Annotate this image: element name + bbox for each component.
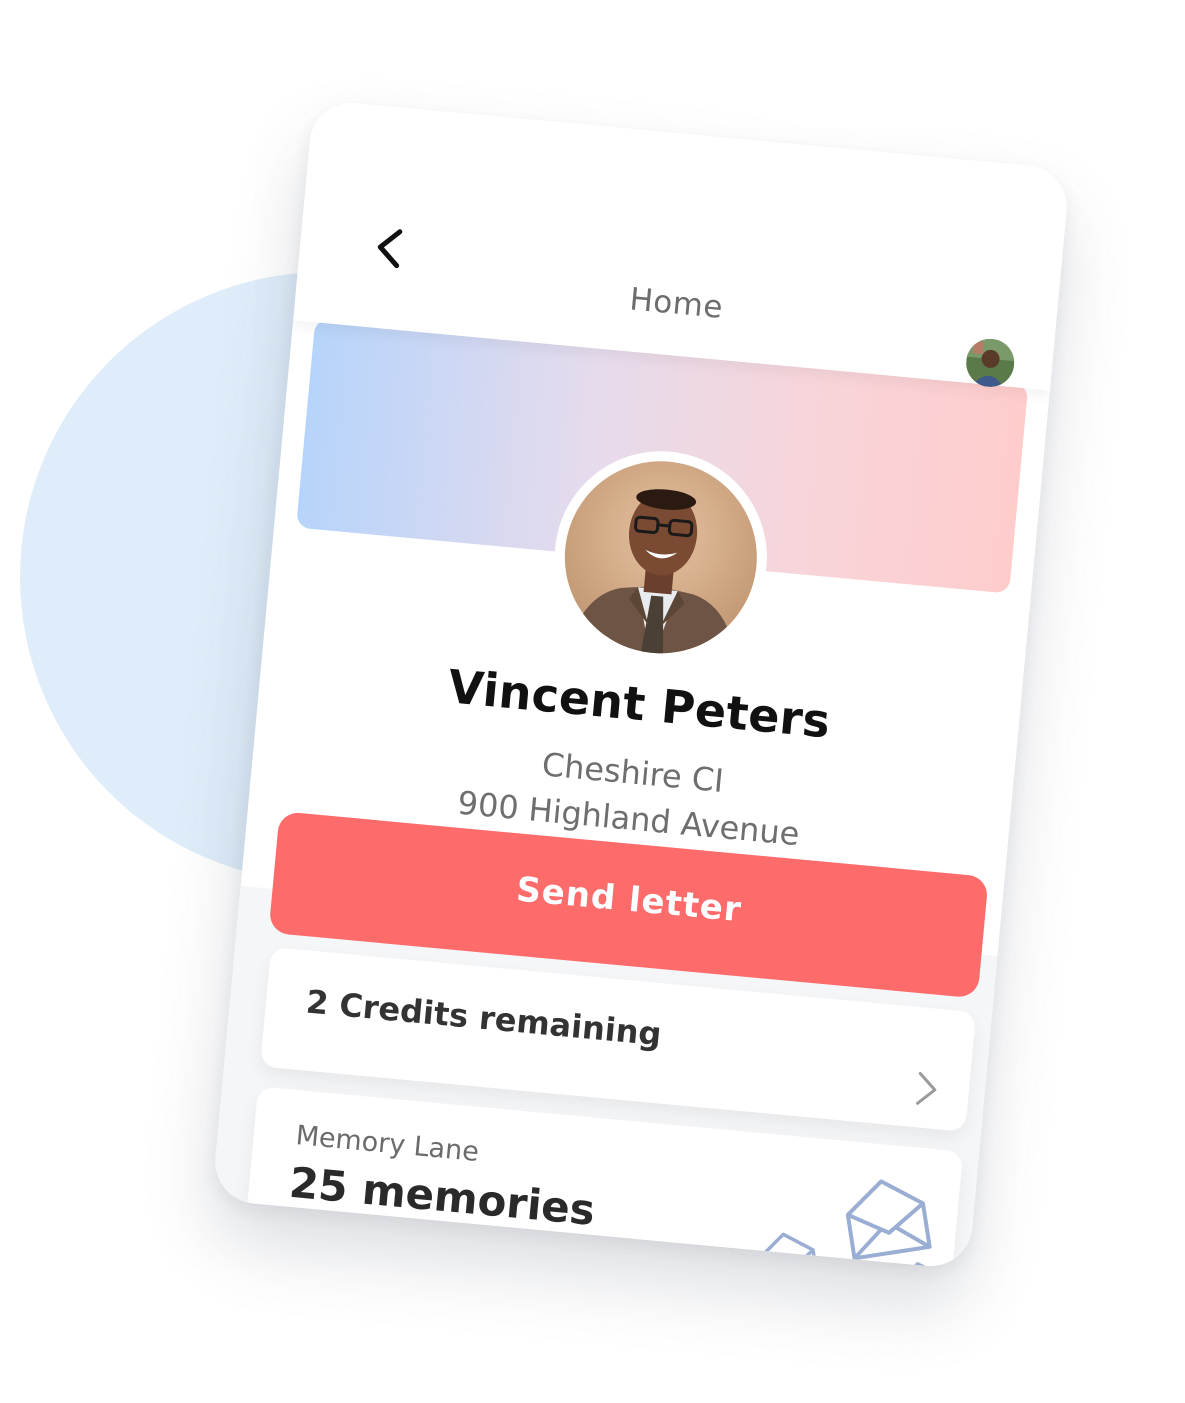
envelope-icon [757, 1232, 820, 1270]
envelope-icon [896, 1262, 948, 1270]
stage: Home Vincent Peters Cheshire CI 900 High… [0, 0, 1185, 1403]
phone-screen-card: Home Vincent Peters Cheshire CI 900 High… [211, 99, 1071, 1270]
credits-remaining-label: 2 Credits remaining [304, 982, 664, 1054]
profile-photo [545, 441, 777, 673]
memory-count: 25 memories [287, 1157, 598, 1235]
chevron-right-icon [915, 1071, 937, 1105]
envelope-icon [845, 1179, 932, 1261]
